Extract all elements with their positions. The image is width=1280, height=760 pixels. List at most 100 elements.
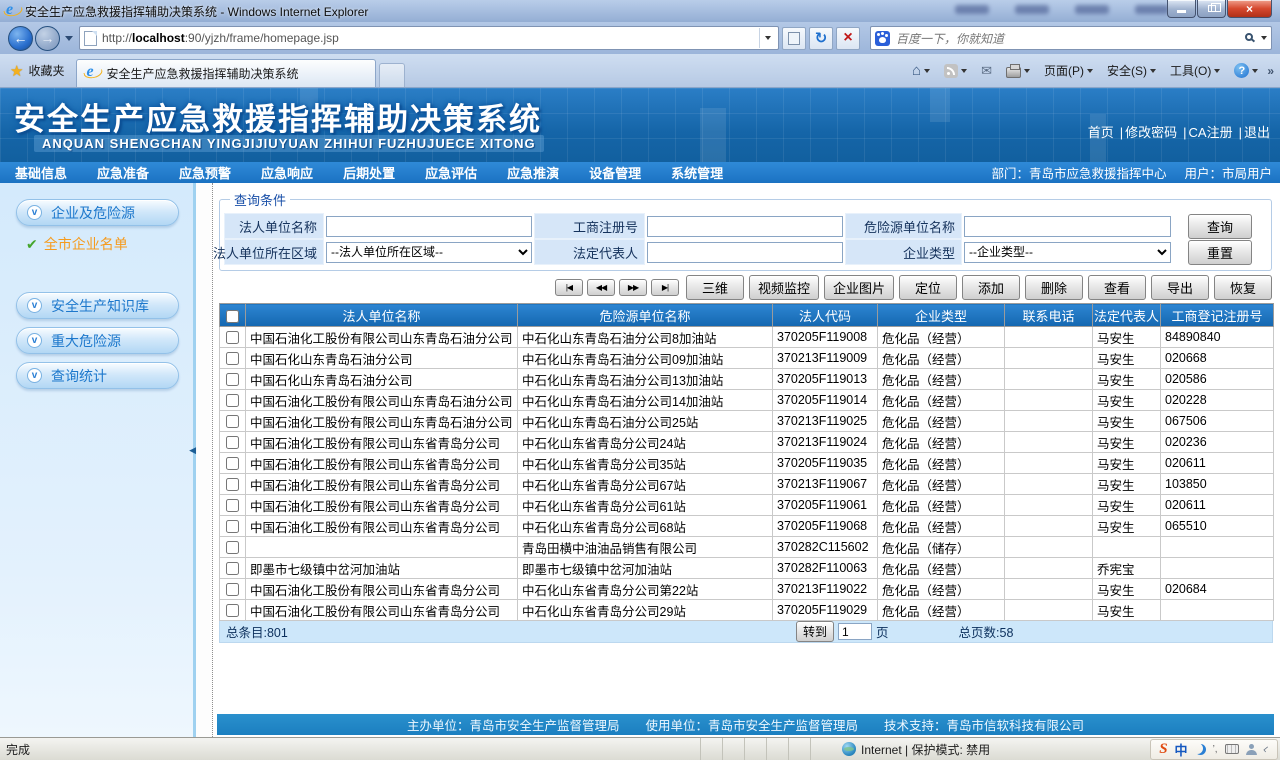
nav-item[interactable]: 系统管理	[656, 163, 738, 182]
search-dropdown-icon[interactable]	[1261, 36, 1267, 40]
close-button[interactable]: ×	[1227, 0, 1272, 18]
menu-page[interactable]: 页面(P)	[1039, 59, 1098, 82]
refresh-button[interactable]: ↻	[809, 26, 833, 50]
search-input[interactable]: 百度一下，你就知道	[896, 30, 1245, 47]
table-row[interactable]: 中国石化山东青岛石油分公司 中石化山东青岛石油分公司09加油站 370213F119…	[219, 347, 1274, 369]
row-checkbox[interactable]	[226, 583, 239, 597]
column-header[interactable]: 联系电话	[1004, 303, 1093, 327]
sidebar-section-major-hazard[interactable]: v 重大危险源	[16, 327, 179, 354]
toolbar-button[interactable]: 删除	[1025, 275, 1083, 300]
sidebar-section-query-statistics[interactable]: v 查询统计	[16, 362, 179, 389]
business-reg-no-input[interactable]	[647, 215, 843, 237]
url-box[interactable]: http://localhost:90/yjzh/frame/homepage.…	[79, 26, 779, 50]
sidebar-section-safety-knowledge[interactable]: v 安全生产知识库	[16, 292, 179, 319]
print-button[interactable]	[1001, 61, 1035, 81]
toolbar-button[interactable]: 企业图片	[823, 275, 894, 300]
back-button[interactable]: ←	[8, 25, 33, 51]
search-button[interactable]: 查询	[1188, 213, 1252, 239]
page-first-button[interactable]: |◀	[554, 279, 583, 296]
header-link[interactable]: 首页	[1088, 125, 1114, 140]
table-row[interactable]: 中国石油化工股份有限公司山东省青岛分公司 中石化山东省青岛分公司67站 370213…	[219, 473, 1274, 495]
table-row[interactable]: 中国石油化工股份有限公司山东省青岛分公司 中石化山东省青岛分公司35站 370205…	[219, 452, 1274, 474]
chinese-mode-icon[interactable]: 中	[1175, 740, 1188, 759]
column-header[interactable]: 企业类型	[877, 303, 1005, 327]
home-button[interactable]: ⌂	[907, 59, 935, 82]
table-row[interactable]: 中国石油化工股份有限公司山东省青岛分公司 中石化山东省青岛分公司第22站 37021…	[219, 578, 1274, 600]
restore-button[interactable]	[1197, 0, 1226, 18]
search-box[interactable]: 百度一下，你就知道	[870, 26, 1272, 50]
row-checkbox[interactable]	[226, 541, 239, 555]
reset-button[interactable]: 重置	[1188, 239, 1252, 265]
legal-region-select[interactable]: --法人单位所在区域--	[326, 241, 532, 263]
menu-tools[interactable]: 工具(O)	[1165, 59, 1225, 82]
table-row[interactable]: 中国石油化工股份有限公司山东青岛石油分公司 中石化山东青岛石油分公司25站 3702…	[219, 410, 1274, 432]
toolbar-button[interactable]: 恢复	[1214, 275, 1272, 300]
column-header[interactable]: 法定代表人	[1092, 303, 1161, 327]
nav-item[interactable]: 应急推演	[492, 163, 574, 182]
header-link[interactable]: CA注册	[1189, 125, 1233, 140]
fullhalf-moon-icon[interactable]	[1195, 744, 1206, 755]
nav-item[interactable]: 应急响应	[246, 163, 328, 182]
minimize-button[interactable]	[1167, 0, 1196, 18]
table-row[interactable]: 中国石油化工股份有限公司山东省青岛分公司 中石化山东省青岛分公司24站 370213…	[219, 431, 1274, 453]
soft-keyboard-icon[interactable]	[1224, 744, 1239, 754]
read-mail-button[interactable]: ✉	[976, 60, 997, 82]
legal-rep-input[interactable]	[647, 241, 843, 263]
toolbar-button[interactable]: 视频监控	[748, 275, 819, 300]
table-row[interactable]: 中国石油化工股份有限公司山东省青岛分公司 中石化山东省青岛分公司68站 370205…	[219, 515, 1274, 537]
sidebar-section-enterprise-hazard[interactable]: v 企业及危险源	[16, 199, 179, 226]
column-header[interactable]: 法人代码	[772, 303, 878, 327]
table-row[interactable]: 即墨市七级镇中岔河加油站 即墨市七级镇中岔河加油站 370282F110063 危化品…	[219, 557, 1274, 579]
column-header[interactable]: 危险源单位名称	[517, 303, 773, 327]
row-checkbox[interactable]	[226, 499, 239, 513]
header-link[interactable]: 修改密码	[1125, 125, 1177, 140]
enterprise-type-select[interactable]: --企业类型--	[964, 241, 1171, 263]
table-row[interactable]: 中国石油化工股份有限公司山东青岛石油分公司 中石化山东青岛石油分公司8加油站 370…	[219, 326, 1274, 348]
nav-item[interactable]: 应急准备	[82, 163, 164, 182]
row-checkbox[interactable]	[226, 604, 239, 618]
menu-security[interactable]: 安全(S)	[1102, 59, 1161, 82]
row-checkbox[interactable]	[226, 331, 239, 345]
page-number-input[interactable]	[838, 623, 873, 640]
toolbar-button[interactable]: 导出	[1151, 275, 1209, 300]
forward-button[interactable]: →	[35, 25, 60, 51]
nav-item[interactable]: 后期处置	[328, 163, 410, 182]
sogou-icon[interactable]: S	[1159, 741, 1167, 758]
toolbar-button[interactable]: 查看	[1088, 275, 1146, 300]
search-icon[interactable]	[1245, 33, 1253, 41]
column-header[interactable]: 法人单位名称	[245, 303, 518, 327]
legal-name-input[interactable]	[326, 215, 532, 237]
page-next-button[interactable]: ▶▶	[618, 279, 647, 296]
table-row[interactable]: 中国石化山东青岛石油分公司 中石化山东青岛石油分公司13加油站 370205F119…	[219, 368, 1274, 390]
goto-page-button[interactable]: 转到	[796, 621, 835, 642]
nav-item[interactable]: 基础信息	[0, 163, 82, 182]
row-checkbox[interactable]	[226, 436, 239, 450]
column-header[interactable]: 工商登记注册号	[1160, 303, 1274, 327]
table-row[interactable]: 中国石油化工股份有限公司山东省青岛分公司 中石化山东省青岛分公司61站 370205…	[219, 494, 1274, 516]
row-checkbox[interactable]	[226, 562, 239, 576]
sidebar-item-citywide-enterprise-list[interactable]: ✔ 全市企业名单	[26, 234, 193, 254]
new-tab-button[interactable]	[379, 62, 406, 87]
feeds-button[interactable]	[939, 61, 972, 81]
nav-item[interactable]: 设备管理	[574, 163, 656, 182]
page-last-button[interactable]: ▶|	[650, 279, 679, 296]
table-row[interactable]: 中国石油化工股份有限公司山东青岛石油分公司 中石化山东青岛石油分公司14加油站 37…	[219, 389, 1274, 411]
compatibility-view-button[interactable]	[782, 26, 806, 50]
nav-item[interactable]: 应急评估	[410, 163, 492, 182]
toolbar-button[interactable]: 定位	[899, 275, 957, 300]
url-dropdown-button[interactable]	[759, 28, 776, 48]
toolbar-button[interactable]: 三维	[685, 275, 744, 300]
history-dropdown-icon[interactable]	[65, 35, 73, 41]
row-checkbox[interactable]	[226, 457, 239, 471]
toolbar-button[interactable]: 添加	[962, 275, 1020, 300]
help-button[interactable]: ?	[1229, 60, 1263, 81]
hazard-unit-name-input[interactable]	[964, 215, 1171, 237]
table-row[interactable]: 中国石油化工股份有限公司山东省青岛分公司 中石化山东省青岛分公司29站 370205…	[219, 599, 1274, 621]
page-prev-button[interactable]: ◀◀	[586, 279, 615, 296]
url-text[interactable]: http://localhost:90/yjzh/frame/homepage.…	[102, 31, 759, 45]
row-checkbox[interactable]	[226, 394, 239, 408]
row-checkbox[interactable]	[226, 352, 239, 366]
header-link[interactable]: 退出	[1244, 125, 1270, 140]
nav-item[interactable]: 应急预警	[164, 163, 246, 182]
favorites-button[interactable]: ★ 收藏夹	[0, 58, 76, 84]
